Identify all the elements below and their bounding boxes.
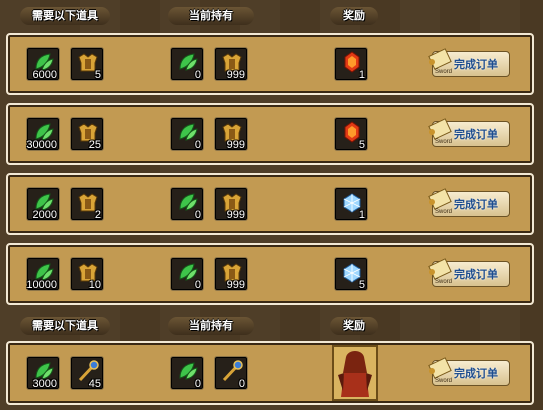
order-row-4: 10000 10 0 999 5 完成订单 Sword [6,243,534,305]
owned-item-1[interactable]: 0 [170,257,204,291]
required-item-1[interactable]: 30000 [26,117,60,151]
complete-order-label: 完成订单 [454,268,498,281]
required-item-2[interactable]: 25 [70,117,104,151]
complete-order-button[interactable]: 完成订单 Sword [428,258,510,287]
complete-order-button[interactable]: 完成订单 Sword [428,118,510,147]
reward-item[interactable]: 5 [334,257,368,291]
complete-order-label: 完成订单 [454,58,498,71]
required-item-2[interactable]: 10 [70,257,104,291]
complete-order-label: 完成订单 [454,198,498,211]
sword-tag: Sword [435,209,453,215]
required-item-1[interactable]: 3000 [26,356,60,390]
required-item-2[interactable]: 45 [70,356,104,390]
order-row-2: 30000 25 0 999 5 完成订单 Sword [6,103,534,165]
owned-item-1[interactable]: 0 [170,187,204,221]
header-reward: 奖励 [330,7,378,25]
owned-item-2[interactable]: 999 [214,187,248,221]
required-item-1[interactable]: 6000 [26,47,60,81]
reward-item[interactable]: 1 [334,47,368,81]
owned-item-1[interactable]: 0 [170,117,204,151]
required-item-1[interactable]: 10000 [26,257,60,291]
header-required-2: 需要以下道具 [20,317,110,335]
complete-order-button[interactable]: 完成订单 Sword [428,188,510,217]
owned-item-1[interactable]: 0 [170,47,204,81]
order-row-5: 3000 45 0 0 完成订单 Sword [6,341,534,405]
owned-item-2[interactable]: 999 [214,117,248,151]
header-owned-2: 当前持有 [168,317,254,335]
owned-item-2[interactable]: 0 [214,356,248,390]
required-item-1[interactable]: 2000 [26,187,60,221]
header-owned: 当前持有 [168,7,254,25]
reward-item[interactable]: 5 [334,117,368,151]
character-portrait-icon [334,347,376,399]
sword-tag: Sword [435,279,453,285]
complete-order-button[interactable]: 完成订单 Sword [428,48,510,77]
reward-item[interactable]: 1 [334,187,368,221]
sword-tag: Sword [435,139,453,145]
complete-order-button[interactable]: 完成订单 Sword [428,357,510,386]
required-item-2[interactable]: 2 [70,187,104,221]
required-item-2[interactable]: 5 [70,47,104,81]
owned-item-2[interactable]: 999 [214,257,248,291]
header-required: 需要以下道具 [20,7,110,25]
order-row-1: 6000 5 0 999 1 完成订单 Sword [6,33,534,95]
sword-tag: Sword [435,69,453,75]
header-reward-2: 奖励 [330,317,378,335]
sword-tag: Sword [435,378,453,384]
owned-item-2[interactable]: 999 [214,47,248,81]
order-row-3: 2000 2 0 999 1 完成订单 Sword [6,173,534,235]
complete-order-label: 完成订单 [454,367,498,380]
owned-item-1[interactable]: 0 [170,356,204,390]
complete-order-label: 完成订单 [454,128,498,141]
reward-character-portrait[interactable] [332,345,378,401]
